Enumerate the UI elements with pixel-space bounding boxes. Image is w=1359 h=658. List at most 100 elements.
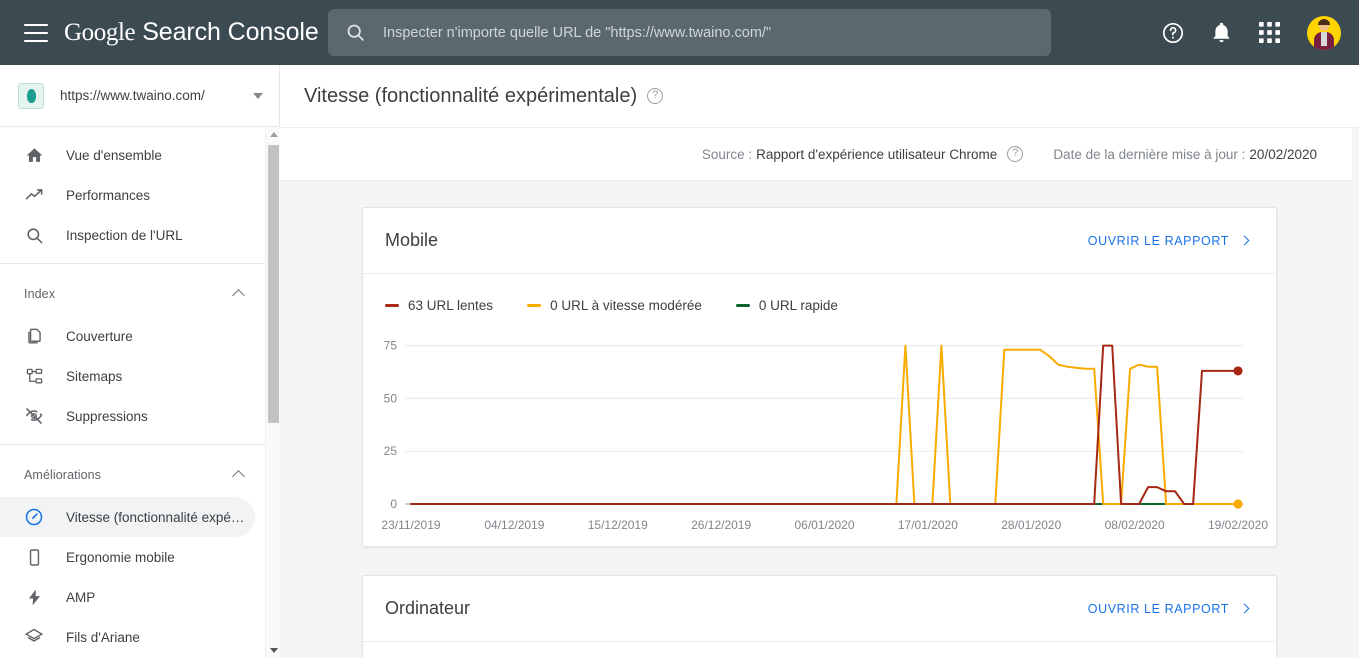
apps-grid-icon[interactable] [1245, 9, 1293, 57]
legend-swatch-moderate [527, 303, 542, 308]
x-axis-tick-label: 23/11/2019 [381, 518, 440, 532]
page-header: Vitesse (fonctionnalité expérimentale) ? [280, 65, 1359, 128]
chevron-down-icon[interactable] [253, 92, 263, 99]
hamburger-menu-icon[interactable] [24, 23, 48, 42]
chart-series-endpoint [1233, 499, 1243, 509]
sidebar-item-label: Performances [66, 187, 151, 203]
legend-item-slow[interactable]: 63 URL lentes [385, 298, 493, 313]
trending-up-icon [24, 185, 44, 205]
x-axis-tick-label: 08/02/2020 [1105, 518, 1165, 532]
chart-series-line [410, 344, 1239, 505]
sidebar-item-label: Inspection de l'URL [66, 227, 183, 243]
x-axis-tick-label: 17/01/2020 [898, 518, 958, 532]
user-avatar[interactable] [1307, 15, 1341, 50]
help-circle-icon[interactable]: ? [1007, 146, 1024, 162]
chevron-up-icon[interactable] [232, 470, 245, 483]
sidebar-item-ergonomie-mobile[interactable]: Ergonomie mobile [0, 537, 255, 577]
bell-icon[interactable] [1197, 9, 1245, 57]
mobile-card-header: Mobile OUVRIR LE RAPPORT [363, 208, 1276, 274]
sidebar-item-sitemaps[interactable]: Sitemaps [0, 356, 255, 396]
mobile-report-card: Mobile OUVRIR LE RAPPORT 63 URL lentes 0… [362, 207, 1277, 547]
mobile-icon [24, 547, 44, 567]
scroll-up-arrow[interactable] [266, 127, 280, 142]
legend-swatch-slow [385, 303, 399, 308]
sidebar-section-ameliorations: Améliorations Vitesse (fonctionnalité ex… [0, 445, 265, 658]
help-circle-icon[interactable] [1149, 9, 1197, 57]
y-axis-tick-label: 25 [384, 444, 398, 458]
home-icon [24, 145, 44, 165]
legend-label: 0 URL à vitesse modérée [550, 298, 702, 313]
sidebar-item-inspection-url[interactable]: Inspection de l'URL [0, 215, 255, 255]
legend-item-fast[interactable]: 0 URL rapide [735, 298, 838, 313]
x-axis-tick-label: 15/12/2019 [588, 518, 648, 532]
sidebar-scrollbar-thumb[interactable] [268, 145, 279, 423]
sidebar-item-vitesse[interactable]: Vitesse (fonctionnalité expé… [0, 497, 255, 537]
top-bar-actions [1149, 0, 1345, 65]
site-favicon [18, 82, 44, 109]
chart-series-endpoint [1233, 366, 1243, 376]
source-label: Source : [701, 146, 753, 162]
sidebar-item-vue-d-ensemble[interactable]: Vue d'ensemble [0, 135, 255, 175]
card-title: Ordinateur [385, 598, 471, 618]
sidebar-item-label: Ergonomie mobile [66, 549, 175, 565]
x-axis-tick-label: 26/12/2019 [691, 518, 751, 532]
speedometer-icon [24, 507, 44, 527]
x-axis-tick-label: 28/01/2020 [1001, 518, 1061, 532]
sidebar-item-performances[interactable]: Performances [0, 175, 255, 215]
sidebar-item-fils-d-ariane[interactable]: Fils d'Ariane [0, 617, 255, 657]
search-input[interactable] [383, 24, 1023, 41]
x-axis-tick-label: 19/02/2020 [1208, 518, 1268, 532]
source-value: Rapport d'expérience utilisateur Chrome [756, 146, 998, 162]
sidebar-section-header-index[interactable]: Index [0, 272, 265, 316]
sidebar-scrollbar[interactable] [265, 127, 280, 658]
main-content: Vitesse (fonctionnalité expérimentale) ?… [280, 65, 1359, 658]
desktop-card-header: Ordinateur OUVRIR LE RAPPORT [363, 576, 1276, 642]
sidebar-section-index: Index Couverture Sitemaps Suppressions [0, 264, 265, 445]
page-title: Vitesse (fonctionnalité expérimentale) [304, 84, 638, 107]
chevron-right-icon [1239, 235, 1250, 246]
sidebar-item-couverture[interactable]: Couverture [0, 316, 255, 356]
x-axis-tick-label: 04/12/2019 [484, 518, 544, 532]
last-updated-meta: Date de la dernière mise à jour : 20/02/… [1053, 147, 1317, 162]
search-icon [24, 225, 44, 245]
source-meta: Source : Rapport d'expérience utilisateu… [701, 146, 1024, 162]
sitemap-icon [24, 366, 44, 386]
sidebar-scroll-region: Vue d'ensemble Performances Inspection d… [0, 127, 280, 658]
sidebar-item-suppressions[interactable]: Suppressions [0, 396, 255, 436]
property-url: https://www.twaino.com/ [60, 88, 205, 103]
sidebar-section-label: Index [24, 287, 56, 301]
card-title: Mobile [385, 230, 439, 250]
legend-item-moderate[interactable]: 0 URL à vitesse modérée [527, 298, 702, 313]
sidebar-item-label: AMP [66, 589, 96, 605]
y-axis-tick-label: 75 [384, 339, 398, 353]
sidebar-primary-group: Vue d'ensemble Performances Inspection d… [0, 127, 265, 264]
sidebar-item-amp[interactable]: AMP [0, 577, 255, 617]
last-updated-label: Date de la dernière mise à jour : [1053, 146, 1246, 162]
url-inspection-search-box[interactable] [328, 9, 1051, 56]
report-meta-bar: Source : Rapport d'expérience utilisateu… [280, 128, 1352, 181]
chart-svg: 0 25 50 75 23/11/2019 04/12/2019 15/12/2019 26/… [381, 339, 1268, 532]
search-icon [345, 22, 366, 43]
sidebar-item-label: Fils d'Ariane [66, 629, 140, 645]
property-selector[interactable]: https://www.twaino.com/ [0, 65, 279, 127]
sidebar-section-label: Améliorations [24, 468, 102, 482]
eye-off-icon [24, 406, 44, 426]
sidebar-section-header-ameliorations[interactable]: Améliorations [0, 453, 265, 497]
last-updated-value: 20/02/2020 [1249, 146, 1317, 162]
sidebar-item-label: Vitesse (fonctionnalité expé… [66, 509, 245, 525]
open-report-link-mobile[interactable]: OUVRIR LE RAPPORT [1087, 233, 1250, 248]
brand-product-text: Search Console [142, 18, 319, 46]
x-axis-tick-label: 06/01/2020 [794, 518, 854, 532]
mobile-speed-chart[interactable]: 0 25 50 75 23/11/2019 04/12/2019 15/12/2019 26/… [363, 321, 1276, 546]
top-app-bar: Google Search Console [0, 0, 1359, 65]
open-report-label: OUVRIR LE RAPPORT [1087, 601, 1229, 616]
chevron-right-icon [1239, 603, 1250, 614]
open-report-link-desktop[interactable]: OUVRIR LE RAPPORT [1087, 601, 1250, 616]
chevron-up-icon[interactable] [232, 289, 245, 302]
help-circle-icon[interactable]: ? [647, 88, 664, 104]
bolt-icon [24, 587, 44, 607]
content-scroll-region: Source : Rapport d'expérience utilisateu… [280, 128, 1359, 658]
open-report-label: OUVRIR LE RAPPORT [1087, 233, 1229, 248]
scroll-down-arrow[interactable] [266, 643, 280, 658]
sidebar-item-label: Couverture [66, 328, 133, 344]
